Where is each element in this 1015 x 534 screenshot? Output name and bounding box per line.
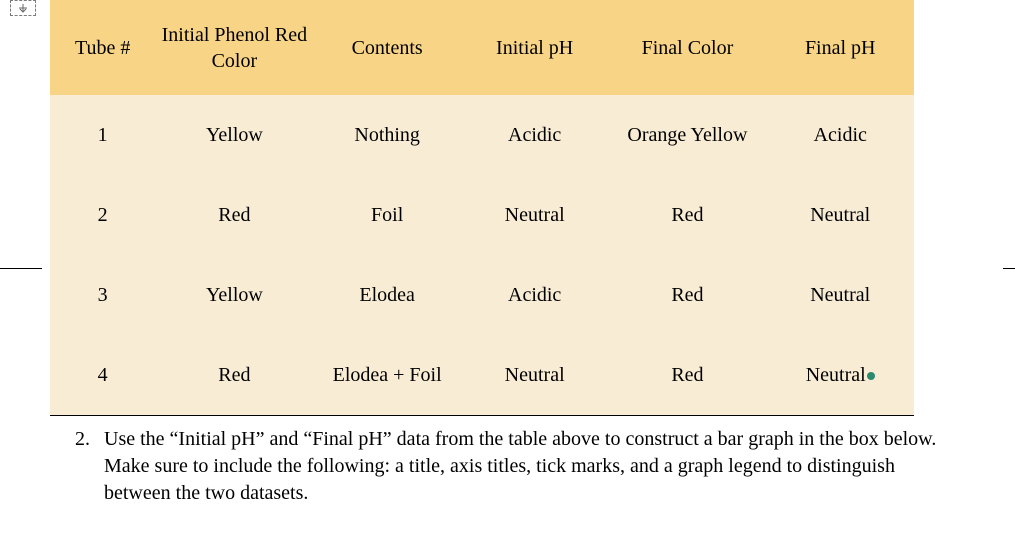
data-table: Tube # Initial Phenol Red Color Contents… [50, 0, 914, 416]
text-cursor-icon [867, 372, 875, 380]
anchor-icon [10, 0, 36, 16]
margin-guide-right [1003, 268, 1015, 269]
cell-tube: 4 [50, 335, 155, 415]
cell-final-color: Orange Yellow [608, 95, 766, 175]
instruction-item: 2. Use the “Initial pH” and “Final pH” d… [70, 426, 960, 507]
cell-final-color: Red [608, 175, 766, 255]
cell-initial-color: Yellow [155, 95, 313, 175]
table-row: 4 Red Elodea + Foil Neutral Red Neutral [50, 335, 914, 415]
instruction-text: Use the “Initial pH” and “Final pH” data… [104, 426, 960, 507]
table-row: 3 Yellow Elodea Acidic Red Neutral [50, 255, 914, 335]
cell-initial-ph: Acidic [461, 95, 609, 175]
cell-final-ph: Neutral [766, 175, 914, 255]
cell-tube: 2 [50, 175, 155, 255]
cell-contents: Elodea + Foil [313, 335, 461, 415]
cell-initial-ph: Acidic [461, 255, 609, 335]
cell-initial-color: Yellow [155, 255, 313, 335]
col-header-final-color: Final Color [608, 0, 766, 95]
cell-contents: Nothing [313, 95, 461, 175]
cell-final-ph: Neutral [766, 255, 914, 335]
table-row: 2 Red Foil Neutral Red Neutral [50, 175, 914, 255]
cell-final-color: Red [608, 335, 766, 415]
col-header-initial-color: Initial Phenol Red Color [155, 0, 313, 95]
cell-contents: Elodea [313, 255, 461, 335]
cell-tube: 1 [50, 95, 155, 175]
cell-initial-color: Red [155, 175, 313, 255]
col-header-final-ph: Final pH [766, 0, 914, 95]
cell-initial-color: Red [155, 335, 313, 415]
cell-contents: Foil [313, 175, 461, 255]
margin-guide-left [0, 268, 42, 269]
cell-initial-ph: Neutral [461, 335, 609, 415]
col-header-contents: Contents [313, 0, 461, 95]
cell-final-color: Red [608, 255, 766, 335]
col-header-tube: Tube # [50, 0, 155, 95]
cell-final-ph: Neutral [766, 335, 914, 415]
cell-initial-ph: Neutral [461, 175, 609, 255]
instruction-number: 2. [70, 426, 90, 507]
cell-tube: 3 [50, 255, 155, 335]
table-header-row: Tube # Initial Phenol Red Color Contents… [50, 0, 914, 95]
col-header-initial-ph: Initial pH [461, 0, 609, 95]
table-row: 1 Yellow Nothing Acidic Orange Yellow Ac… [50, 95, 914, 175]
cell-final-ph: Acidic [766, 95, 914, 175]
